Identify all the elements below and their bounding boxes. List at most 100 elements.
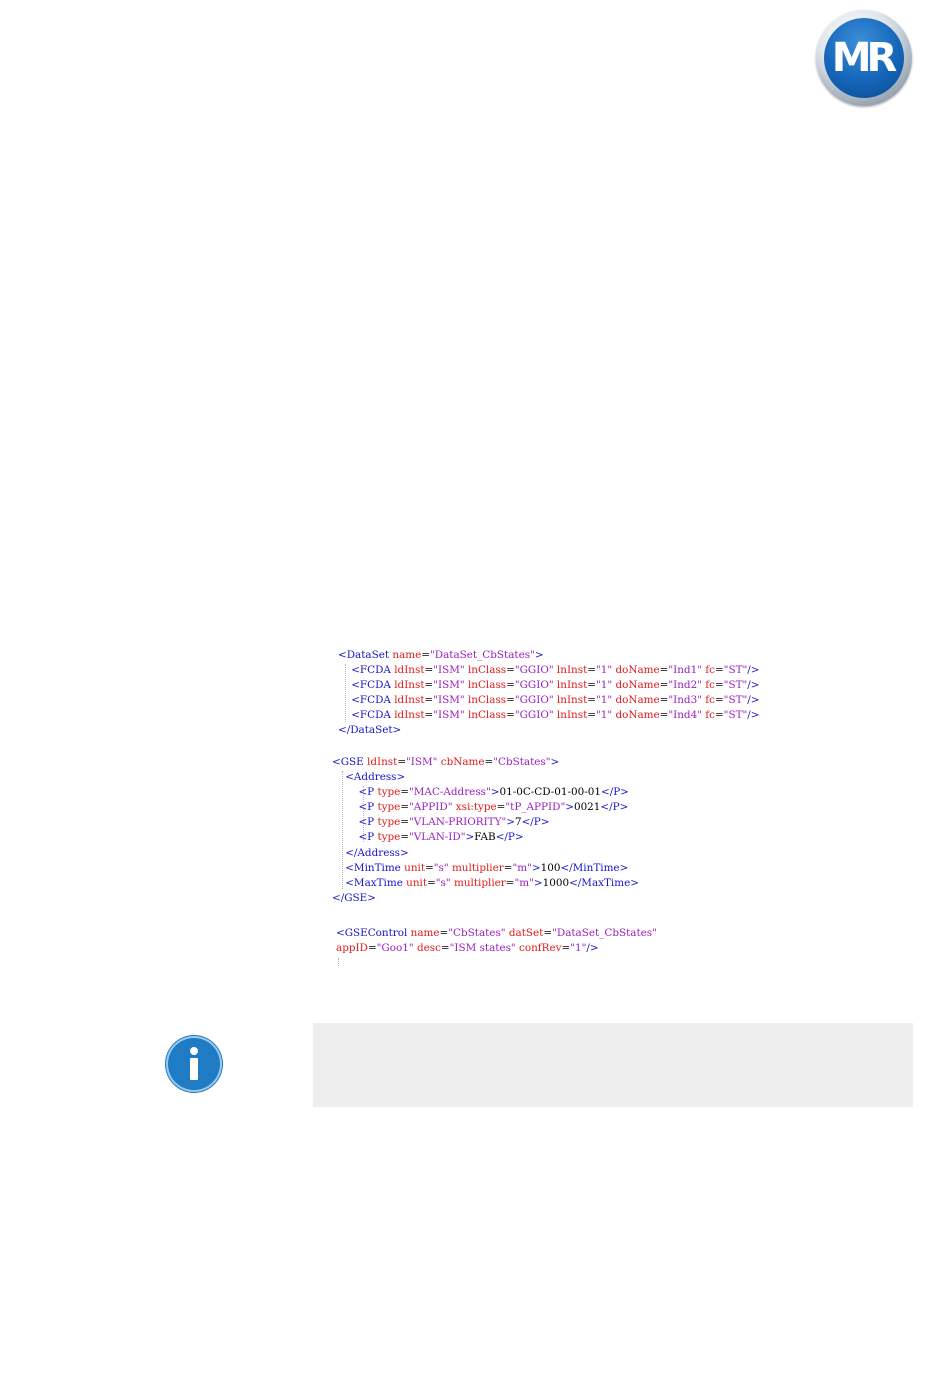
code-line: <GSEControl name="CbStates" datSet="Data… <box>336 926 657 941</box>
code-token: 01-0C-CD-01-00-01 <box>499 786 601 799</box>
code-token: 7 <box>514 816 522 829</box>
code-token: datSet <box>505 927 544 939</box>
code-token: <MaxTime <box>345 876 403 889</box>
code-token: "CbStates" <box>448 927 506 939</box>
code-token: fc <box>701 679 715 692</box>
code-token: lnClass <box>464 694 507 707</box>
code-token: > <box>506 816 515 829</box>
code-token: fc <box>701 709 715 722</box>
code-token: = <box>506 679 515 692</box>
code-token: <P <box>358 801 375 814</box>
code-token: </GSE> <box>332 891 376 904</box>
code-token: type <box>374 831 401 844</box>
code-line: <P type="MAC-Address">01-0C-CD-01-00-01<… <box>332 785 639 800</box>
code-token: = <box>367 942 377 955</box>
code-line: <MinTime unit="s" multiplier="m">100</Mi… <box>332 861 639 876</box>
code-line: appID="Goo1" desc="ISM states" confRev="… <box>336 941 657 956</box>
code-token: "1" <box>595 709 613 722</box>
code-token: "Ind3" <box>668 694 702 707</box>
code-token: type <box>374 786 401 799</box>
code-token: <P <box>358 816 375 829</box>
code-line: <FCDA ldInst="ISM" lnClass="GGIO" lnInst… <box>338 708 759 723</box>
code-token: = <box>587 679 596 692</box>
info-icon <box>166 1036 222 1092</box>
code-token: = <box>400 801 410 814</box>
code-token: "Ind2" <box>668 679 702 692</box>
code-token: </P> <box>600 801 629 814</box>
code-token: "ISM" <box>433 694 465 707</box>
code-token: </P> <box>521 816 550 829</box>
code-token: unit <box>400 861 426 874</box>
code-token: "Goo1" <box>376 942 414 955</box>
code-token: "ISM states" <box>449 942 516 955</box>
code-token: <GSE <box>332 756 364 768</box>
code-token: "GGIO" <box>514 694 554 707</box>
code-token: ldInst <box>390 679 425 692</box>
code-token: = <box>587 664 596 677</box>
code-token: = <box>424 679 434 692</box>
code-token: /> <box>586 942 599 955</box>
code-token: "ST" <box>723 679 748 692</box>
code-token: lnInst <box>553 709 588 722</box>
code-token: = <box>543 927 553 939</box>
code-token: ldInst <box>390 664 425 677</box>
code-line: </Address> <box>332 846 639 861</box>
code-token: </MinTime> <box>560 861 629 874</box>
code-token: "VLAN-ID" <box>409 831 466 844</box>
code-token: = <box>714 694 724 707</box>
code-token: name <box>407 927 440 939</box>
code-token: = <box>714 664 724 677</box>
code-token: "m" <box>514 876 534 889</box>
code-token: ldInst <box>390 709 425 722</box>
code-token: fc <box>701 664 715 677</box>
code-token: xsi:type <box>452 801 497 814</box>
code-line: <FCDA ldInst="ISM" lnClass="GGIO" lnInst… <box>338 693 759 708</box>
code-token: = <box>714 679 724 692</box>
mr-logo-text: MR <box>831 35 898 81</box>
code-token: "ISM" <box>406 756 438 768</box>
code-line: </GSE> <box>332 891 639 906</box>
code-token: doName <box>612 664 660 677</box>
code-token: "GGIO" <box>514 709 554 722</box>
code-token: </MaxTime> <box>569 876 639 889</box>
code-token: desc <box>413 942 441 955</box>
code-token: /> <box>747 664 760 677</box>
indent-guide <box>338 958 339 966</box>
code-token: type <box>374 801 401 814</box>
code-token: ldInst <box>390 694 425 707</box>
code-token: lnClass <box>464 709 507 722</box>
code-token: /> <box>747 679 760 692</box>
code-token: "1" <box>595 694 613 707</box>
code-token: unit <box>402 876 428 889</box>
code-token: > <box>490 786 500 799</box>
code-token: = <box>587 694 596 707</box>
code-token: "Ind4" <box>668 709 702 722</box>
code-token: <FCDA <box>351 679 391 692</box>
code-token: > <box>550 756 560 768</box>
info-box <box>313 1023 913 1107</box>
code-token: name <box>389 649 422 661</box>
code-token: > <box>465 831 475 844</box>
code-token: = <box>484 756 494 768</box>
code-token: "ISM" <box>433 664 465 677</box>
code-token: > <box>531 861 541 874</box>
code-token: fc <box>701 694 715 707</box>
code-token: = <box>397 756 407 768</box>
code-token: 100 <box>540 861 561 874</box>
code-token: "1" <box>570 942 587 955</box>
code-token: = <box>424 709 434 722</box>
code-line: <P type="VLAN-ID">FAB</P> <box>332 830 639 845</box>
code-token: </P> <box>600 786 629 799</box>
code-token: <MinTime <box>345 861 401 874</box>
code-token: "APPID" <box>409 801 453 814</box>
code-gse: <GSE ldInst="ISM" cbName="CbStates"> <Ad… <box>332 755 639 906</box>
code-token: "GGIO" <box>514 679 554 692</box>
code-token: cbName <box>437 756 485 768</box>
